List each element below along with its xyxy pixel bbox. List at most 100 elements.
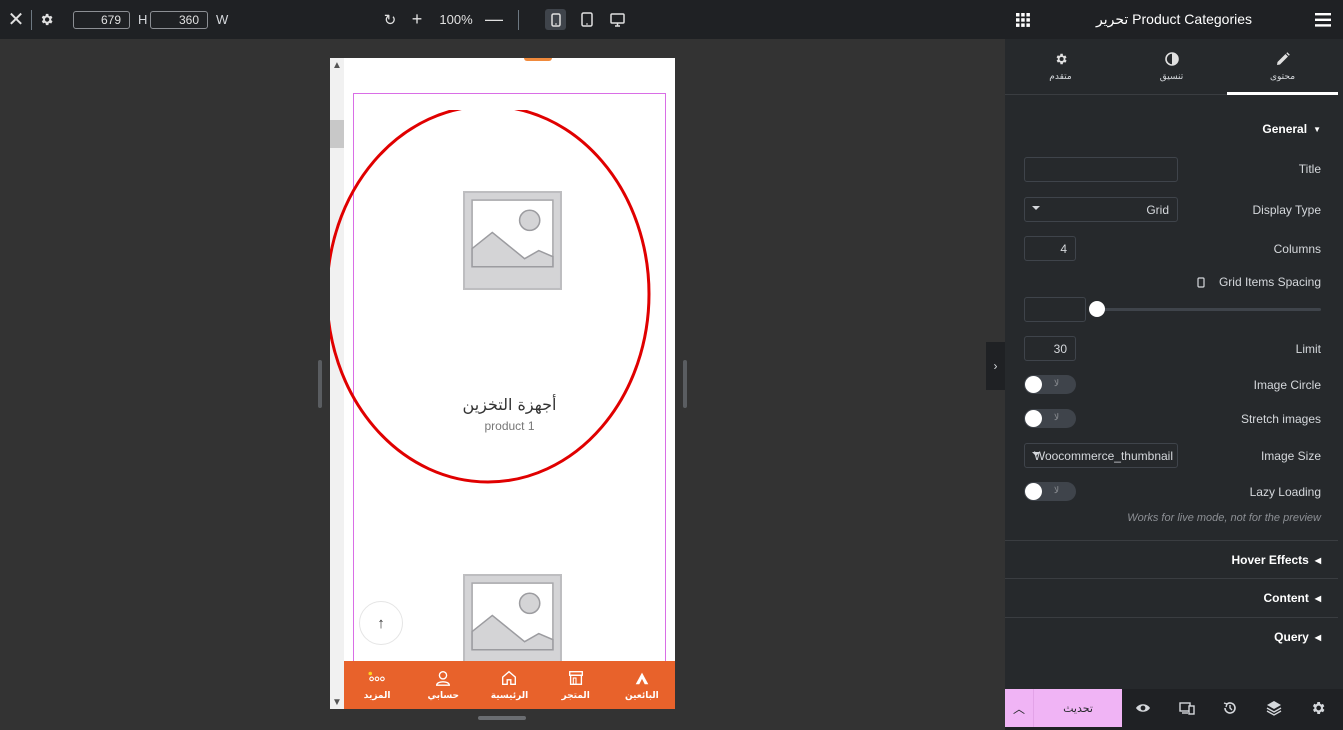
widgets-grid-icon[interactable]	[1015, 12, 1031, 28]
mobile-icon[interactable]	[1197, 276, 1205, 288]
grid-spacing-slider-track[interactable]	[1093, 308, 1321, 311]
lazy-loading-toggle[interactable]: لا	[1024, 482, 1076, 501]
grid-spacing-input[interactable]	[1024, 297, 1086, 322]
device-tablet-button[interactable]	[576, 9, 597, 30]
resize-handle-bottom[interactable]	[478, 716, 526, 720]
image-size-select[interactable]: Woocommerce_thumbnail	[1024, 443, 1178, 468]
nav-label: البائعين	[624, 691, 659, 701]
pencil-icon	[1276, 51, 1290, 65]
section-divider	[1005, 578, 1338, 579]
display-type-select[interactable]: Grid	[1024, 197, 1178, 222]
toolbar-divider	[518, 10, 519, 30]
tablet-icon	[580, 12, 593, 27]
zoom-out-button[interactable]: —	[485, 0, 503, 39]
title-input[interactable]	[1024, 157, 1178, 182]
device-desktop-button[interactable]	[607, 9, 628, 30]
panel-title: تحرير Product Categories	[1095, 11, 1252, 27]
gear-icon	[41, 13, 52, 26]
display-type-label: Display Type	[1252, 203, 1321, 217]
device-mobile-button[interactable]	[545, 9, 566, 30]
toggle-knob	[1025, 483, 1042, 500]
section-hover-effects-toggle[interactable]: Hover Effects ◀	[1231, 553, 1321, 567]
section-query-toggle[interactable]: Query ◀	[1274, 630, 1321, 644]
nav-item-vendors[interactable]: البائعين	[612, 669, 672, 701]
tab-advanced[interactable]: متقدم	[1005, 39, 1116, 94]
eye-icon[interactable]	[1135, 700, 1151, 716]
home-icon	[502, 670, 517, 685]
category-name[interactable]: أجهزة التخزين	[354, 395, 665, 414]
layers-icon[interactable]	[1266, 700, 1282, 716]
panel-header: تحرير Product Categories	[1005, 0, 1343, 39]
caret-down-icon: ▼	[1313, 124, 1321, 134]
height-input[interactable]: 679	[73, 11, 130, 29]
contrast-icon	[1164, 51, 1179, 66]
panel-footer: ︿ تحديث	[1005, 689, 1343, 730]
tab-content[interactable]: محتوى	[1227, 39, 1338, 95]
resize-handle-left[interactable]	[318, 360, 322, 408]
gear-icon[interactable]	[1310, 700, 1326, 716]
section-title: General	[1262, 122, 1308, 136]
bottom-navigation: البائعين المتجر الرئيسية حسابي المزيد	[344, 661, 675, 709]
close-icon: ✕	[7, 9, 25, 31]
columns-input[interactable]: 4	[1024, 236, 1076, 261]
nav-label: الرئيسية	[490, 691, 529, 701]
preview-scrollbar[interactable]: ▲ ▼	[330, 58, 344, 709]
desktop-icon	[610, 12, 625, 27]
tab-style[interactable]: تنسيق	[1116, 39, 1227, 94]
hamburger-menu-icon[interactable]	[1315, 13, 1331, 27]
close-button[interactable]: ✕	[6, 0, 26, 39]
toggle-state: لا	[1054, 412, 1060, 422]
back-to-top-button[interactable]: ↑	[359, 601, 403, 645]
history-icon[interactable]	[1222, 700, 1238, 716]
nav-item-shop[interactable]: المتجر	[546, 669, 606, 701]
nav-label: حسابي	[427, 691, 460, 701]
grid-spacing-slider-handle[interactable]	[1089, 301, 1105, 317]
section-general-toggle[interactable]: General ▼	[1262, 122, 1321, 136]
chevron-up-icon: ︿	[1012, 701, 1025, 716]
limit-input[interactable]: 30	[1024, 336, 1076, 361]
reset-zoom-button[interactable]: ↻	[382, 0, 398, 39]
section-title: Query	[1274, 630, 1309, 644]
grid-spacing-label-row: Grid Items Spacing	[1197, 275, 1321, 289]
caret-left-icon: ◀	[1314, 593, 1321, 603]
top-toolbar: ✕ 679 H 360 W ↻ + 100% —	[0, 0, 1005, 39]
section-title: Hover Effects	[1231, 553, 1309, 567]
image-size-value: Woocommerce_thumbnail	[1033, 448, 1173, 463]
width-input[interactable]: 360	[150, 11, 208, 29]
caret-down-icon	[1032, 452, 1040, 456]
responsive-icon[interactable]	[1179, 700, 1195, 716]
section-divider	[1005, 540, 1338, 541]
plus-icon: +	[411, 9, 423, 29]
stretch-images-toggle[interactable]: لا	[1024, 409, 1076, 428]
grid-spacing-label: Grid Items Spacing	[1218, 275, 1321, 289]
nav-item-more[interactable]: المزيد	[347, 669, 407, 701]
image-placeholder-icon	[463, 574, 562, 673]
scroll-down-arrow[interactable]: ▼	[330, 695, 344, 709]
scroll-up-arrow[interactable]: ▲	[330, 58, 344, 72]
image-circle-toggle[interactable]: لا	[1024, 375, 1076, 394]
update-button-group: ︿ تحديث	[1005, 689, 1122, 727]
scrollbar-thumb[interactable]	[330, 120, 344, 148]
store-tent-icon	[635, 672, 649, 685]
category-item[interactable]: أجهزة التخزين product 1	[354, 94, 665, 494]
settings-button[interactable]	[37, 0, 55, 39]
update-button[interactable]: تحديث	[1034, 689, 1122, 727]
toggle-knob	[1025, 376, 1042, 393]
resize-handle-right[interactable]	[683, 360, 687, 408]
chevron-right-icon: ›	[993, 359, 998, 373]
collapse-panel-button[interactable]: ›	[986, 342, 1005, 390]
width-label: W	[216, 12, 229, 27]
zoom-in-button[interactable]: +	[409, 0, 425, 39]
display-type-value: Grid	[1146, 202, 1169, 217]
nav-item-account[interactable]: حسابي	[413, 669, 473, 701]
toolbar-divider	[31, 10, 32, 30]
toggle-knob	[1025, 410, 1042, 427]
caret-left-icon: ◀	[1314, 555, 1321, 565]
tab-label: تنسيق	[1159, 71, 1184, 82]
mobile-preview-frame: ▲ ▼ أجهزة التخزين product 1 ↑ البائعين ا…	[330, 58, 675, 709]
panel-tabs: محتوى تنسيق متقدم	[1005, 39, 1338, 95]
section-content-toggle[interactable]: Content ◀	[1264, 591, 1321, 605]
nav-item-home[interactable]: الرئيسية	[479, 669, 539, 701]
editor-panel: تحرير Product Categories محتوى تنسيق متق…	[1005, 0, 1343, 730]
save-options-button[interactable]: ︿	[1005, 689, 1034, 727]
